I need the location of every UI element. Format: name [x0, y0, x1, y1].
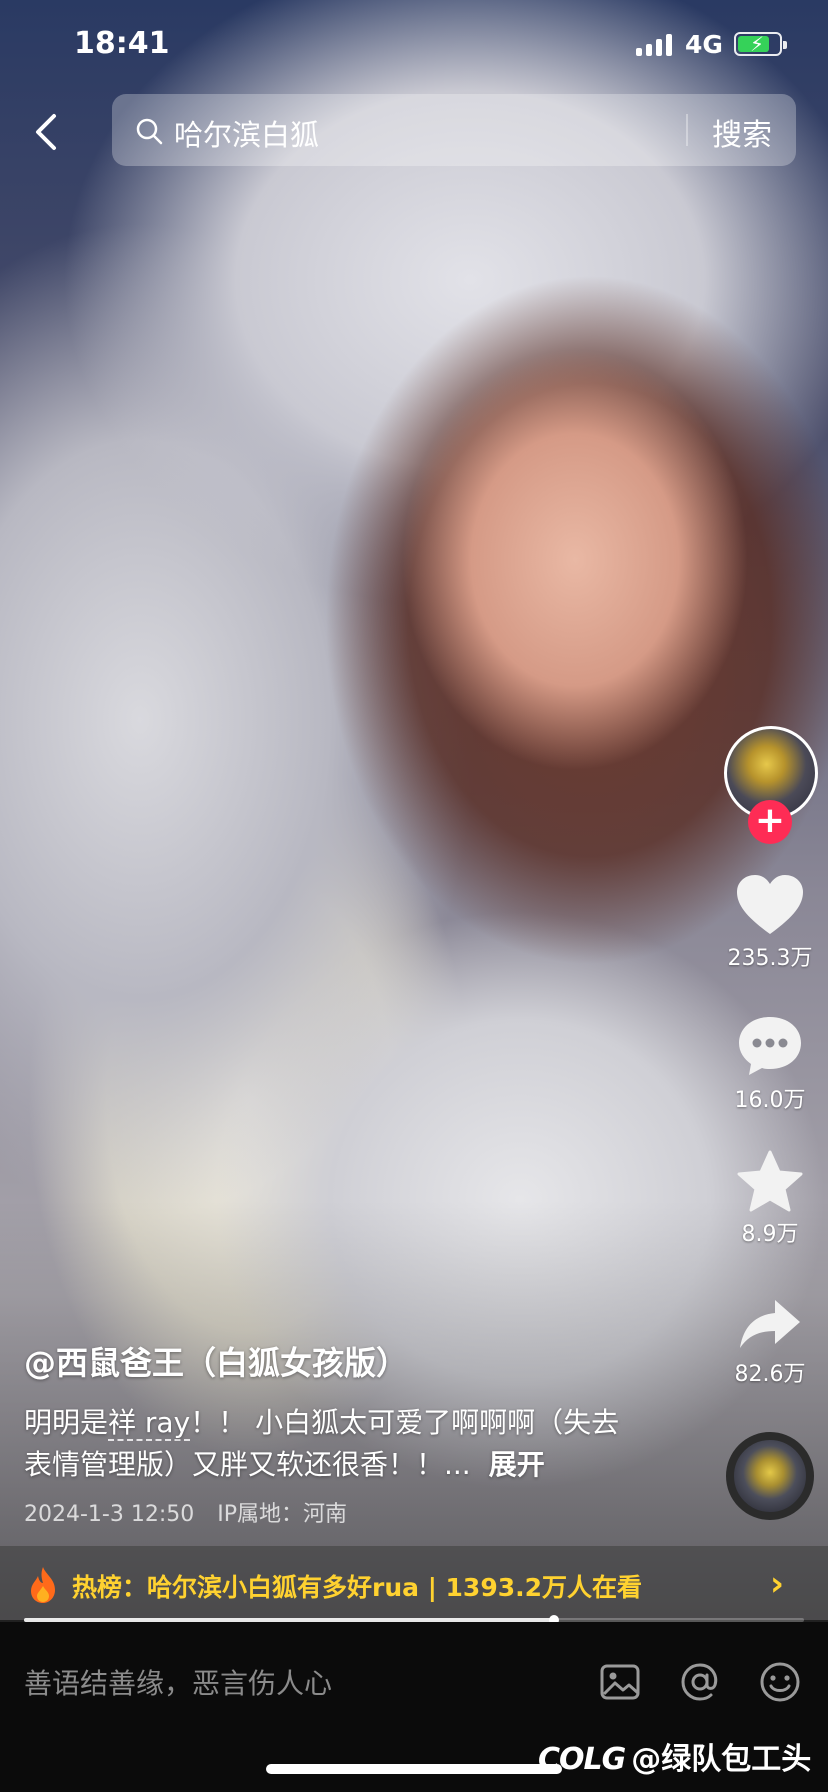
post-description: 明明是祥 ray！！ 小白狐太可爱了啊啊啊（失去表情管理版）又胖又软还很香！！.…	[24, 1402, 644, 1486]
watermark: COLG @绿队包工头	[538, 1734, 811, 1778]
search-input[interactable]: 哈尔滨白狐	[174, 112, 319, 154]
music-disc[interactable]	[726, 1432, 814, 1520]
expand-link[interactable]: 展开	[489, 1448, 545, 1481]
watermark-text: @绿队包工头	[631, 1742, 812, 1777]
heart-icon	[737, 875, 803, 934]
comment-icon	[739, 1017, 801, 1075]
status-bar: 18:41 4G ⚡	[0, 0, 828, 90]
follow-plus-button[interactable]: +	[748, 800, 792, 844]
desc-highlight-link[interactable]: 祥 ray	[108, 1406, 191, 1441]
favorite-count: 8.9万	[741, 1222, 799, 1247]
search-divider	[686, 114, 688, 146]
image-icon[interactable]	[598, 1660, 642, 1704]
network-type: 4G	[685, 30, 723, 59]
comment-button[interactable]: 16.0万	[715, 1014, 825, 1114]
chevron-left-icon	[36, 114, 56, 150]
status-time: 18:41	[74, 26, 170, 61]
star-icon	[737, 1150, 803, 1212]
comment-count: 16.0万	[734, 1088, 806, 1113]
like-count: 235.3万	[727, 946, 813, 971]
post-meta: 2024-1-3 12:50 IP属地：河南	[24, 1496, 347, 1528]
author-name[interactable]: @西鼠爸王（白狐女孩版）	[24, 1338, 408, 1384]
comment-input[interactable]: 善语结善缘，恶言伤人心	[24, 1662, 332, 1702]
signal-icon	[636, 34, 672, 56]
search-button[interactable]: 搜索	[712, 110, 772, 154]
flame-icon	[31, 1567, 55, 1603]
share-arrow-icon	[740, 1300, 800, 1348]
share-count: 82.6万	[734, 1362, 806, 1387]
ip-location: IP属地：河南	[217, 1502, 348, 1527]
desc-prefix: 明明是	[24, 1406, 109, 1439]
like-button[interactable]: 235.3万	[715, 874, 825, 972]
post-datetime: 2024-1-3 12:50	[24, 1502, 195, 1527]
hot-list-text: 热榜：哈尔滨小白狐有多好rua | 1393.2万人在看	[72, 1573, 643, 1602]
battery-icon: ⚡	[734, 32, 787, 56]
home-indicator[interactable]	[266, 1764, 562, 1774]
chevron-right-icon: ›	[770, 1564, 785, 1604]
search-bar[interactable]: 哈尔滨白狐 搜索	[112, 94, 796, 166]
share-button[interactable]: 82.6万	[715, 1296, 825, 1388]
emoji-icon[interactable]	[758, 1660, 802, 1704]
favorite-button[interactable]: 8.9万	[715, 1150, 825, 1248]
at-mention-icon[interactable]	[678, 1660, 722, 1704]
search-icon	[136, 118, 163, 145]
hot-list-banner[interactable]: 热榜：哈尔滨小白狐有多好rua | 1393.2万人在看 ›	[0, 1546, 828, 1622]
back-button[interactable]	[28, 108, 68, 156]
